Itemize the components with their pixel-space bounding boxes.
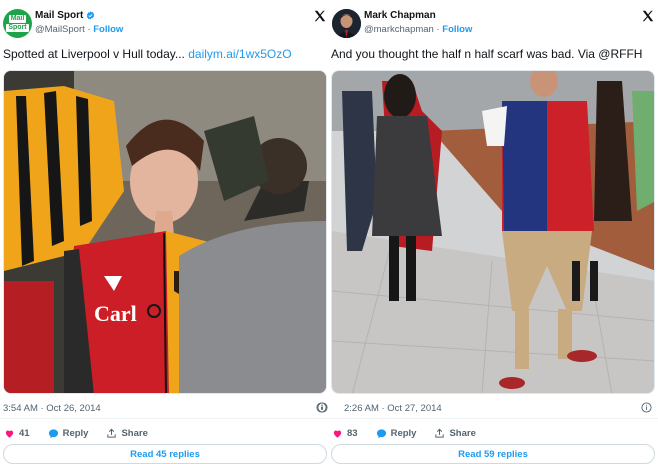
display-name[interactable]: Mail Sport [35, 10, 83, 21]
author-name-row: Mark Chapman [364, 10, 472, 21]
tweet-header: Mail Sport Mail Sport @MailSport · Follo… [0, 8, 329, 42]
like-count: 41 [19, 428, 30, 439]
tweet-card-mailsport: Mail Sport Mail Sport @MailSport · Follo… [0, 0, 329, 464]
author-name-row: Mail Sport [35, 10, 123, 21]
x-logo-icon[interactable] [641, 9, 655, 23]
verified-badge-icon [87, 11, 95, 20]
avatar-mailsport[interactable]: Mail Sport [3, 9, 32, 38]
like-count: 83 [347, 428, 358, 439]
tweet-photo[interactable]: Carl [3, 70, 327, 394]
reply-bubble-icon [48, 429, 58, 439]
like-button[interactable]: 83 [332, 428, 358, 439]
tweet-text: And you thought the half n half scarf wa… [331, 47, 654, 61]
author-block: Mark Chapman @markchapman · Follow [364, 10, 472, 35]
handle[interactable]: @MailSport [35, 24, 85, 35]
avatar-photo [332, 9, 361, 38]
handle[interactable]: @markchapman [364, 24, 434, 35]
timestamp[interactable]: 2:26 AM · Oct 27, 2014 [344, 403, 442, 414]
action-bar: 41 Reply Share [4, 428, 166, 439]
handle-row: @MailSport · Follow [35, 24, 124, 35]
reply-label: Reply [390, 428, 417, 439]
timestamp[interactable]: 3:54 AM · Oct 26, 2014 [3, 403, 101, 414]
tweet-photo[interactable] [331, 70, 655, 394]
reply-label: Reply [62, 428, 89, 439]
info-icon[interactable] [317, 402, 328, 413]
heart-icon [5, 430, 14, 438]
read-replies-button[interactable]: Read 45 replies [3, 444, 327, 464]
avatar-markchapman[interactable] [332, 9, 361, 38]
divider [0, 418, 329, 419]
share-icon [107, 428, 117, 438]
divider [329, 418, 658, 419]
read-replies-button[interactable]: Read 59 replies [331, 444, 655, 464]
heart-icon [333, 430, 342, 438]
author-block: Mail Sport @MailSport · Follow [35, 10, 123, 35]
share-label: Share [449, 428, 476, 439]
svg-text:Carl: Carl [94, 301, 137, 326]
avatar-text-line-1: Mail [8, 15, 27, 23]
like-button[interactable]: 41 [4, 428, 30, 439]
display-name[interactable]: Mark Chapman [364, 10, 436, 21]
share-icon [435, 428, 445, 438]
photo-illustration [332, 71, 654, 393]
x-logo-icon[interactable] [313, 9, 327, 23]
share-label: Share [121, 428, 148, 439]
avatar-text-line-2: Sport [6, 24, 29, 32]
reply-button[interactable]: Reply [376, 428, 417, 439]
follow-button[interactable]: Follow [442, 24, 472, 35]
photo-illustration: Carl [4, 71, 326, 393]
tweet-header: Mark Chapman @markchapman · Follow [329, 8, 658, 42]
tweet-card-markchapman: Mark Chapman @markchapman · Follow And y… [317, 0, 658, 464]
info-icon[interactable] [641, 402, 652, 413]
tweet-text: Spotted at Liverpool v Hull today... dai… [3, 47, 325, 61]
follow-button[interactable]: Follow [93, 24, 123, 35]
handle-row: @markchapman · Follow [364, 24, 473, 35]
action-bar: 83 Reply Share [332, 428, 494, 439]
share-button[interactable]: Share [434, 428, 476, 439]
share-button[interactable]: Share [106, 428, 148, 439]
tweet-text-content: Spotted at Liverpool v Hull today... [3, 47, 189, 61]
reply-bubble-icon [376, 429, 386, 439]
reply-button[interactable]: Reply [48, 428, 89, 439]
tweet-link[interactable]: dailym.ai/1wx5OzO [188, 47, 291, 61]
tweet-text-content: And you thought the half n half scarf wa… [331, 47, 643, 61]
